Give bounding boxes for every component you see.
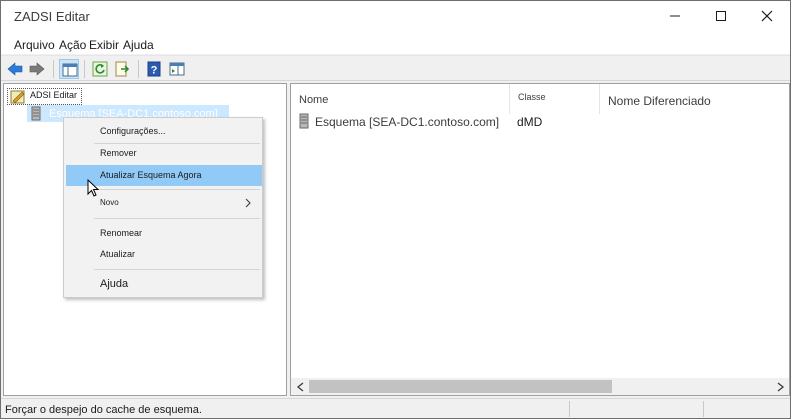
scroll-left-icon[interactable] — [294, 381, 308, 393]
ctx-separator — [94, 269, 260, 270]
toolbar-separator — [84, 60, 85, 78]
console-tree-icon — [62, 63, 78, 77]
ctx-item-label: Novo — [100, 198, 119, 207]
svg-text:?: ? — [151, 65, 158, 77]
column-header-dn-label: Nome Diferenciado — [608, 94, 711, 108]
title-bar: ZADSI Editar — [1, 1, 790, 32]
status-separator — [703, 401, 704, 417]
column-header-dn[interactable]: Nome Diferenciado — [600, 84, 789, 114]
ctx-separator — [94, 189, 260, 190]
list-row-name: Esquema [SEA-DC1.contoso.com] — [315, 115, 500, 129]
export-list-icon — [115, 61, 130, 77]
toolbar-separator — [138, 60, 139, 78]
menu-exibir[interactable]: Exibir — [89, 38, 119, 52]
column-header-name-label: Nome — [299, 94, 329, 106]
forward-icon — [29, 62, 45, 76]
ctx-item-remover[interactable]: Remover — [66, 143, 262, 164]
show-console-tree-button[interactable] — [59, 59, 79, 79]
ctx-separator — [94, 218, 260, 219]
ctx-item-configuracoes[interactable]: Configurações... — [66, 121, 262, 142]
ctx-item-label: Remover — [100, 148, 137, 158]
list-row[interactable]: Esquema [SEA-DC1.contoso.com] dMD — [291, 112, 789, 131]
context-menu: Configurações... Remover Atualizar Esque… — [63, 117, 263, 298]
status-separator — [569, 401, 570, 417]
column-header-class-label: Classe — [518, 92, 546, 102]
ctx-item-label: Ajuda — [100, 278, 129, 290]
details-pane[interactable]: Nome Classe Nome Diferenciado Esquema [S… — [290, 83, 790, 396]
adsi-edit-icon — [10, 90, 25, 104]
server-icon — [31, 106, 41, 121]
minimize-icon — [670, 15, 680, 17]
tree-root-label: ADSI Editar — [30, 90, 78, 100]
chevron-right-icon — [245, 198, 251, 208]
help-button[interactable]: ? — [144, 59, 164, 79]
back-button[interactable] — [5, 59, 25, 79]
list-row-class: dMD — [517, 115, 543, 129]
forward-button[interactable] — [27, 59, 47, 79]
scroll-right-icon[interactable] — [773, 381, 787, 393]
close-button[interactable] — [744, 1, 790, 32]
tree-root-node[interactable]: ADSI Editar — [7, 88, 83, 105]
ctx-item-renomear[interactable]: Renomear — [66, 223, 262, 244]
column-header-class[interactable]: Classe — [510, 84, 600, 114]
window-title: ZADSI Editar — [14, 9, 90, 24]
horizontal-scrollbar[interactable] — [291, 378, 789, 395]
menu-arquivo[interactable]: Arquivo — [14, 38, 55, 52]
mouse-cursor-icon — [87, 179, 100, 197]
properties-button[interactable] — [167, 59, 187, 79]
menu-acao[interactable]: Ação — [59, 38, 86, 52]
menu-bar: Arquivo Ação Exibir Ajuda — [1, 32, 790, 54]
refresh-button[interactable] — [90, 59, 110, 79]
help-icon: ? — [147, 61, 161, 77]
status-text: Forçar o despejo do cache de esquema. — [5, 404, 202, 416]
ctx-item-label: Renomear — [100, 228, 143, 238]
back-icon — [7, 62, 23, 76]
maximize-button[interactable] — [698, 1, 744, 32]
server-icon — [299, 113, 309, 129]
maximize-icon — [716, 11, 726, 21]
column-header-name[interactable]: Nome — [291, 84, 510, 114]
ctx-item-label: Atualizar — [100, 249, 136, 259]
ctx-item-label: Atualizar Esquema Agora — [100, 170, 202, 180]
app-window: ZADSI Editar Arquivo Ação Exibir Ajuda ?… — [0, 0, 791, 419]
export-list-button[interactable] — [112, 59, 132, 79]
menu-ajuda[interactable]: Ajuda — [123, 38, 154, 52]
toolbar: ? — [1, 55, 790, 81]
ctx-item-atualizar[interactable]: Atualizar — [66, 244, 262, 265]
properties-icon — [169, 62, 185, 76]
refresh-icon — [92, 61, 108, 77]
scrollbar-thumb[interactable] — [309, 380, 612, 393]
toolbar-separator — [53, 60, 54, 78]
close-icon — [761, 10, 773, 22]
minimize-button[interactable] — [652, 1, 698, 32]
ctx-item-ajuda[interactable]: Ajuda — [66, 274, 262, 295]
ctx-item-label: Configurações... — [100, 126, 166, 136]
status-bar: Forçar o despejo do cache de esquema. — [1, 398, 790, 418]
